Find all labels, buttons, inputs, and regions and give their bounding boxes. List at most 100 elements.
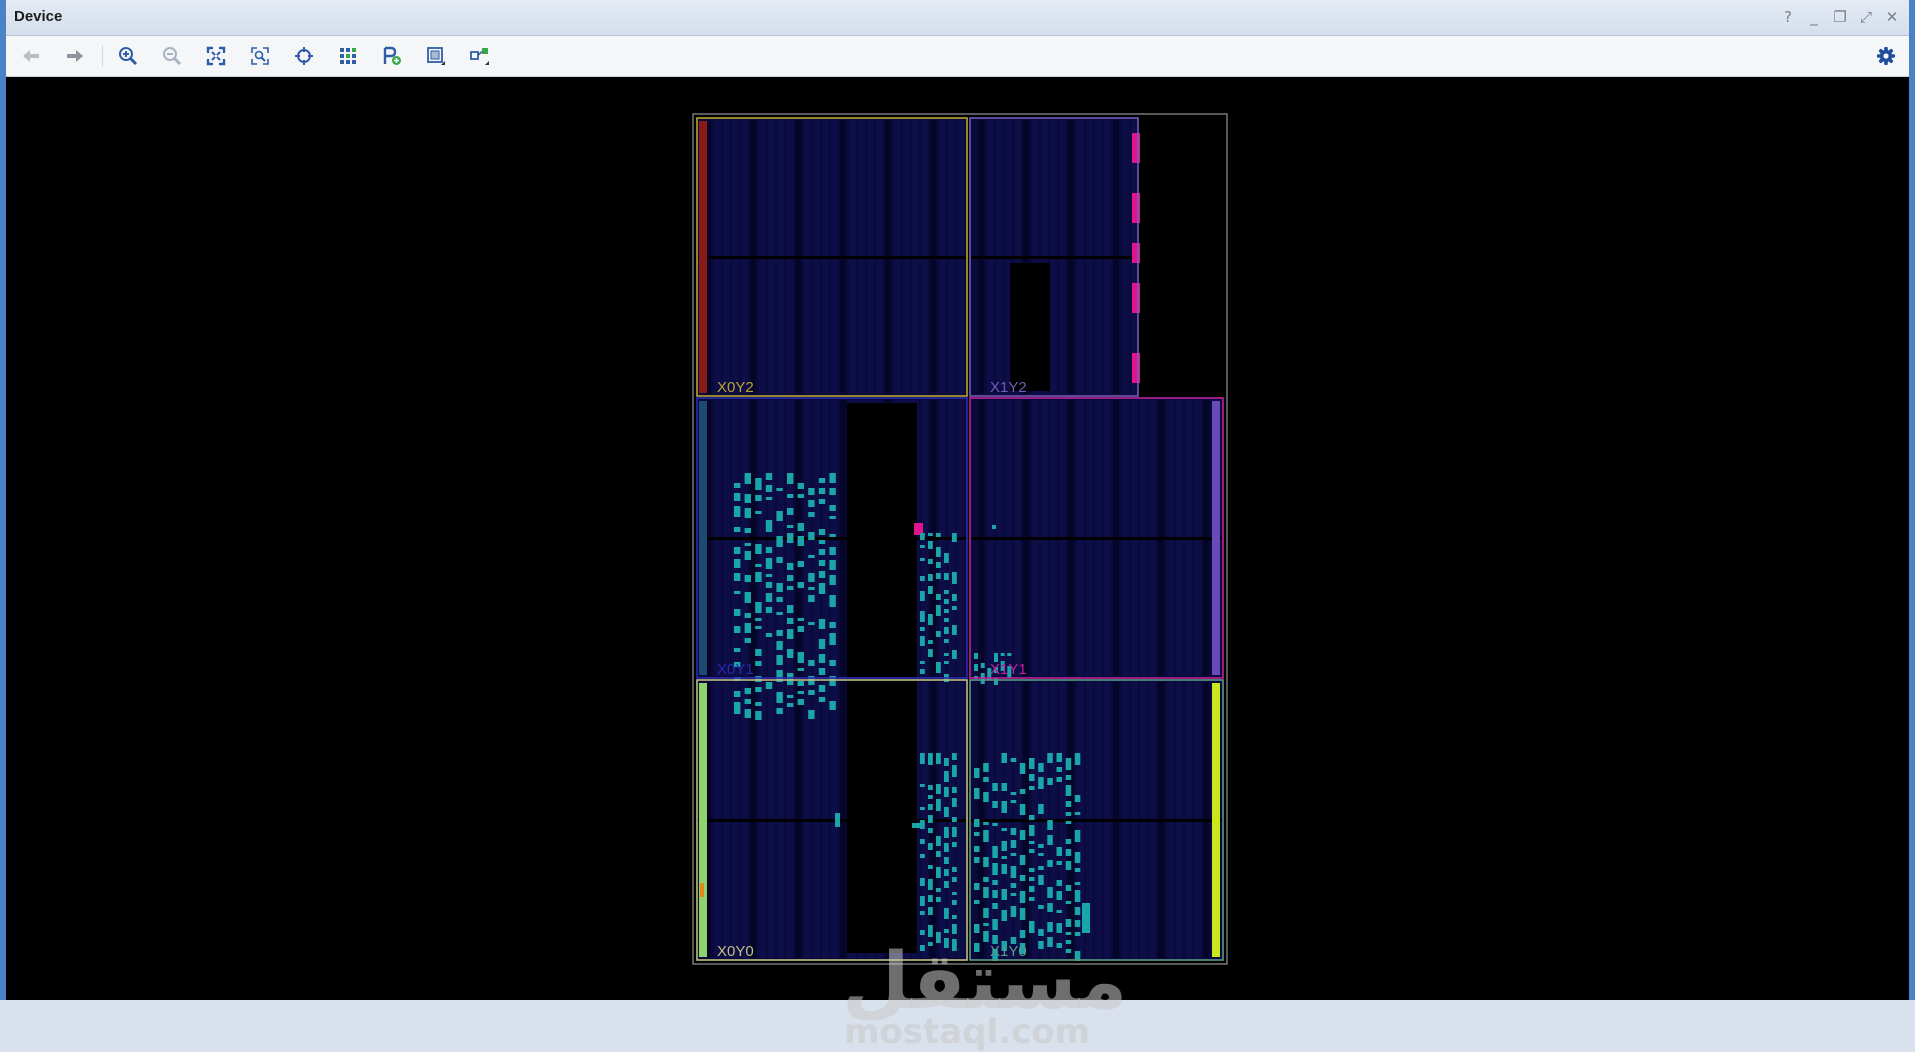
placed-cell bbox=[1056, 847, 1062, 856]
placed-cell bbox=[928, 640, 933, 644]
placed-cell bbox=[992, 880, 998, 885]
placed-cell bbox=[787, 695, 794, 698]
placed-cell bbox=[920, 533, 925, 540]
zoom-out-icon bbox=[163, 47, 182, 66]
placed-cell bbox=[936, 562, 941, 568]
placed-cell bbox=[944, 599, 949, 604]
draw-pblock-button[interactable] bbox=[419, 41, 453, 71]
placed-cell bbox=[1065, 801, 1072, 807]
placed-cell bbox=[920, 576, 925, 581]
device-canvas[interactable]: X0Y2 X1Y2 X0Y1 X1Y1 X0Y0 X1Y0 مستقل mostaql.c… bbox=[6, 77, 1909, 1049]
placed-cell bbox=[920, 661, 925, 664]
placed-cell bbox=[1056, 753, 1062, 762]
placed-cell bbox=[787, 586, 794, 590]
placed-cell bbox=[928, 815, 933, 823]
placed-cell bbox=[952, 533, 957, 542]
placed-cell bbox=[936, 836, 941, 846]
placed-cell bbox=[983, 877, 989, 882]
placed-cell bbox=[818, 697, 826, 702]
placed-cell bbox=[1065, 821, 1072, 824]
zoom-in-icon bbox=[119, 47, 138, 66]
placed-cell bbox=[980, 663, 985, 668]
placed-cell bbox=[765, 574, 773, 577]
zoom-selection-button[interactable] bbox=[243, 41, 277, 71]
placed-cell bbox=[1019, 763, 1026, 774]
placed-cell bbox=[829, 473, 836, 483]
placed-cell bbox=[920, 784, 925, 787]
placed-cell bbox=[755, 544, 762, 554]
placed-cell bbox=[755, 649, 762, 656]
placed-cell bbox=[776, 511, 783, 521]
minimize-icon[interactable]: _ bbox=[1803, 6, 1825, 28]
placed-cell bbox=[744, 528, 751, 533]
placed-cell bbox=[1007, 653, 1012, 656]
placed-cell bbox=[1029, 849, 1035, 853]
placed-cell bbox=[818, 668, 826, 675]
autofit-selection-button[interactable] bbox=[287, 41, 321, 71]
placed-cell bbox=[808, 532, 815, 540]
placed-cell bbox=[776, 612, 783, 615]
zoom-in-button[interactable] bbox=[111, 41, 145, 71]
device-floorplan[interactable]: X0Y2 X1Y2X0Y1 X1Y1X0Y0 X1Y0 bbox=[692, 113, 1228, 965]
placed-cell bbox=[1001, 864, 1007, 874]
placed-cell bbox=[920, 930, 925, 935]
placed-cell bbox=[765, 485, 773, 492]
placed-cell bbox=[974, 857, 980, 863]
routing-resources-button[interactable] bbox=[331, 41, 365, 71]
title-bar: Device ? _ ❐ ⤢ ✕ bbox=[6, 0, 1909, 36]
placed-cell bbox=[734, 626, 741, 633]
placed-cell bbox=[1010, 853, 1017, 856]
forward-button[interactable] bbox=[58, 41, 92, 71]
placed-cell bbox=[776, 583, 783, 592]
restore-icon[interactable]: ❐ bbox=[1829, 6, 1851, 28]
placed-cell bbox=[952, 842, 957, 847]
placed-cell bbox=[936, 784, 941, 794]
placed-cell bbox=[920, 636, 925, 646]
float-icon[interactable]: ⤢ bbox=[1855, 6, 1877, 28]
placed-cell bbox=[952, 787, 957, 793]
add-pblock-button[interactable] bbox=[375, 41, 409, 71]
gear-icon bbox=[1877, 47, 1895, 65]
help-icon[interactable]: ? bbox=[1777, 6, 1799, 28]
placed-cell bbox=[765, 682, 773, 689]
placed-cell bbox=[920, 753, 925, 764]
close-icon[interactable]: ✕ bbox=[1881, 6, 1903, 28]
show-connections-button[interactable] bbox=[463, 41, 497, 71]
placed-cell bbox=[952, 817, 957, 822]
placed-cell bbox=[818, 478, 826, 483]
placed-cell bbox=[829, 534, 836, 537]
placed-cell bbox=[787, 563, 794, 570]
placed-cell bbox=[1029, 897, 1035, 901]
placed-cell bbox=[944, 758, 949, 766]
placed-cell bbox=[944, 590, 949, 594]
placed-cell bbox=[1029, 877, 1035, 881]
placed-cell bbox=[952, 900, 957, 905]
placed-cell bbox=[1047, 835, 1053, 845]
placed-cell bbox=[1019, 908, 1026, 920]
placed-cell bbox=[992, 823, 998, 826]
placed-cell bbox=[1029, 774, 1035, 781]
placed-cell bbox=[808, 660, 815, 666]
placed-cell bbox=[920, 878, 925, 886]
placed-cell bbox=[1065, 758, 1072, 770]
placed-cell bbox=[936, 799, 941, 811]
zoom-fit-button[interactable] bbox=[199, 41, 233, 71]
placed-cell bbox=[829, 516, 836, 519]
zoom-out-button[interactable] bbox=[155, 41, 189, 71]
placed-cell bbox=[797, 618, 804, 621]
placed-cell bbox=[974, 819, 980, 827]
placed-cell bbox=[944, 618, 949, 622]
placed-cell bbox=[952, 765, 957, 777]
back-button[interactable] bbox=[14, 41, 48, 71]
placed-cell bbox=[936, 547, 941, 557]
placed-cell bbox=[1074, 868, 1081, 872]
placed-cell bbox=[1074, 890, 1081, 902]
placed-cell bbox=[952, 594, 957, 601]
placed-cell bbox=[992, 863, 998, 875]
placed-cell bbox=[1074, 753, 1081, 765]
placed-cell bbox=[776, 597, 783, 602]
placed-cell bbox=[1065, 932, 1072, 935]
settings-button[interactable] bbox=[1871, 41, 1901, 71]
placed-cell bbox=[808, 512, 815, 517]
placed-cell bbox=[744, 551, 751, 560]
